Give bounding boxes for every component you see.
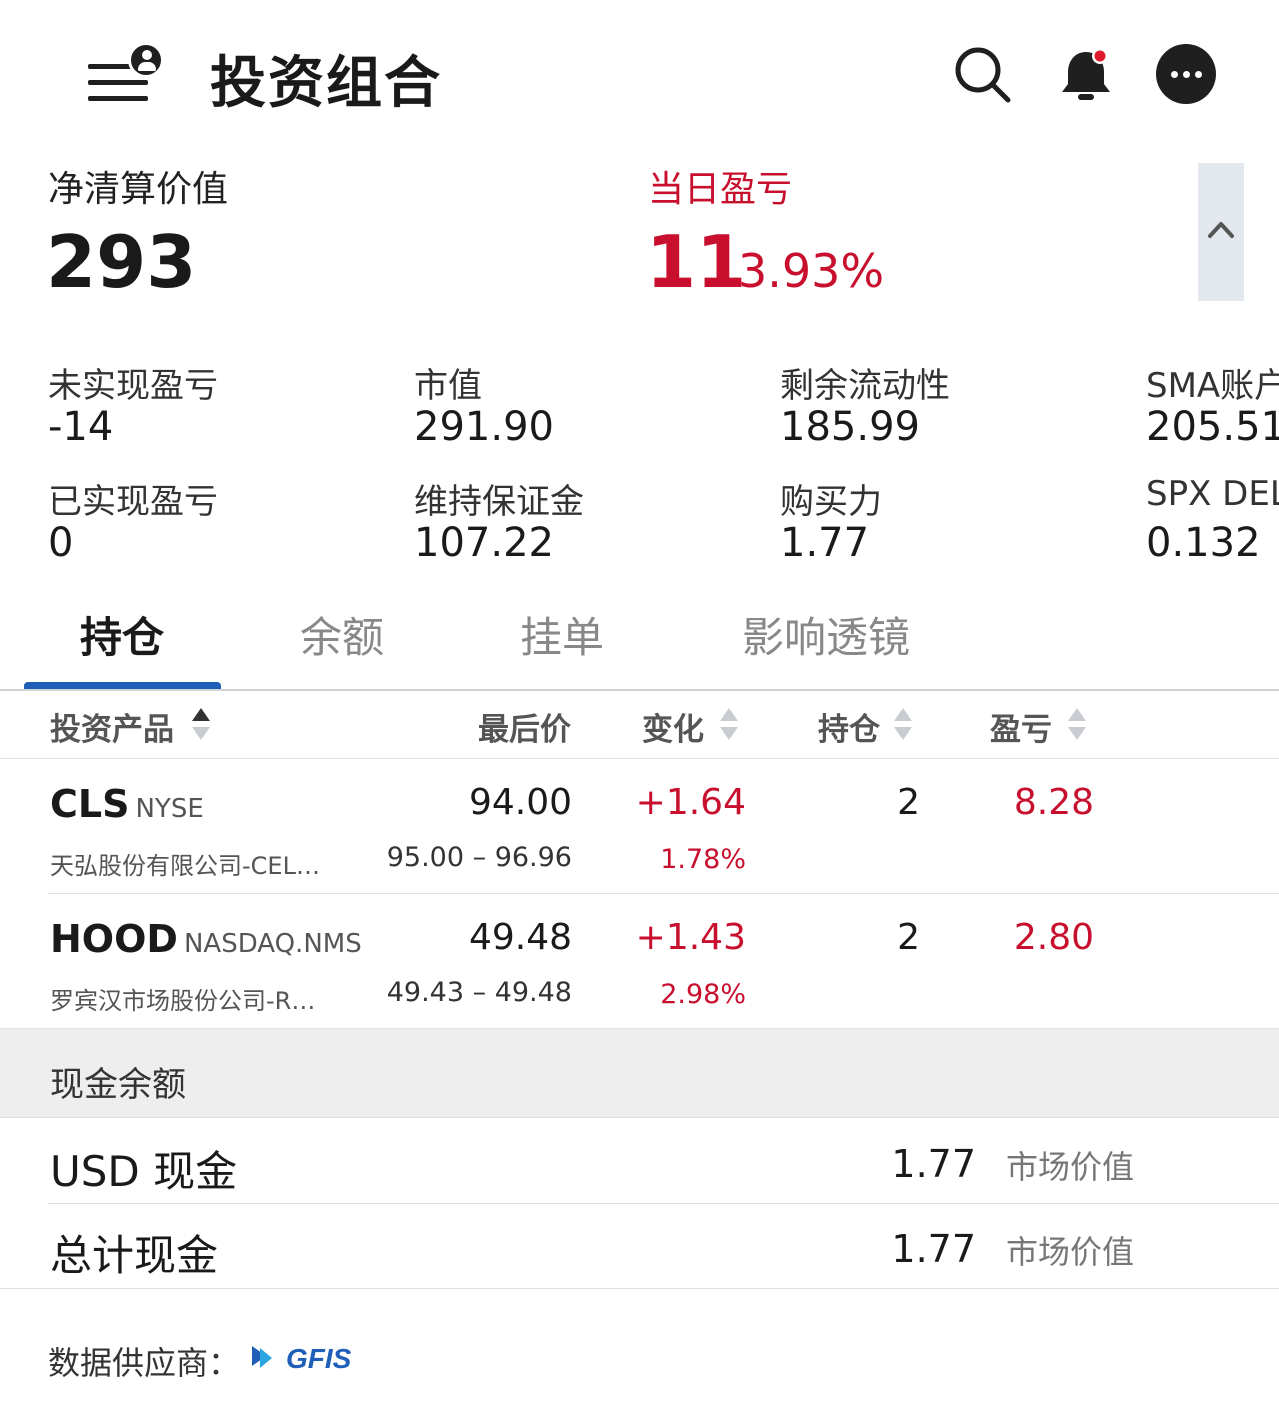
more-dot bbox=[1171, 71, 1178, 78]
more-dot bbox=[1183, 71, 1190, 78]
more-dot bbox=[1195, 71, 1202, 78]
symbol-ticker: HOOD bbox=[50, 917, 178, 961]
last-price: 49.48 bbox=[468, 917, 572, 958]
cash-value: 1.77 bbox=[891, 1142, 976, 1186]
tabs-divider bbox=[0, 689, 1279, 691]
symbol: HOOD NASDAQ.NMS bbox=[50, 917, 362, 961]
market-value-label: 市值 bbox=[414, 366, 482, 406]
cash-label: 总计现金 bbox=[50, 1231, 219, 1280]
sort-icon[interactable] bbox=[1066, 706, 1088, 742]
daily-pnl-percent: 3.93% bbox=[738, 244, 885, 298]
exchange: NASDAQ.NMS bbox=[183, 929, 362, 959]
notification-bell-icon[interactable] bbox=[1054, 42, 1118, 106]
position-qty: 2 bbox=[897, 782, 920, 823]
maintenance-margin-value: 107.22 bbox=[414, 520, 554, 566]
sort-asc-icon[interactable] bbox=[190, 706, 212, 742]
row-divider bbox=[48, 1203, 1279, 1204]
price-range: 49.43 – 49.48 bbox=[386, 977, 572, 1008]
excess-liquidity-value: 185.99 bbox=[780, 404, 920, 450]
tab-positions[interactable]: 持仓 bbox=[80, 604, 164, 665]
chevron-up-icon bbox=[1208, 222, 1234, 238]
realized-pnl-value: 0 bbox=[48, 520, 74, 566]
exchange: NYSE bbox=[135, 794, 204, 824]
app-header: 投资组合 bbox=[0, 0, 1279, 140]
change-percent: 2.98% bbox=[660, 979, 746, 1010]
account-icon bbox=[128, 42, 164, 78]
unrealized-pnl-value: -14 bbox=[48, 404, 114, 450]
cash-note: 市场价值 bbox=[1006, 1233, 1135, 1271]
col-header-position[interactable]: 持仓 bbox=[818, 704, 880, 749]
change-value: +1.64 bbox=[635, 782, 746, 823]
position-qty: 2 bbox=[897, 917, 920, 958]
spx-delta-label: SPX DELTA bbox=[1146, 474, 1279, 514]
sma-value: 205.51 bbox=[1146, 404, 1279, 450]
pnl-value: 2.80 bbox=[1013, 917, 1094, 958]
tab-balances[interactable]: 余额 bbox=[300, 604, 384, 665]
row-divider bbox=[48, 893, 1279, 894]
page-title: 投资组合 bbox=[210, 51, 442, 116]
cash-balance-section-header: 现金余额 bbox=[0, 1028, 1279, 1118]
market-value-value: 291.90 bbox=[414, 404, 554, 450]
section-divider bbox=[0, 1288, 1279, 1289]
last-price: 94.00 bbox=[468, 782, 572, 823]
company-name: 罗宾汉市场股份公司-R… bbox=[50, 987, 316, 1015]
buying-power-label: 购买力 bbox=[780, 482, 882, 522]
daily-pnl-value: 11 bbox=[646, 220, 747, 304]
company-name: 天弘股份有限公司-CEL… bbox=[50, 852, 320, 880]
excess-liquidity-label: 剩余流动性 bbox=[780, 366, 950, 406]
cash-value: 1.77 bbox=[891, 1227, 976, 1271]
symbol-ticker: CLS bbox=[50, 782, 130, 826]
sma-label: SMA账户 bbox=[1146, 366, 1279, 406]
symbol: CLS NYSE bbox=[50, 782, 204, 826]
net-liquidation-label: 净清算价值 bbox=[48, 169, 229, 210]
sort-icon[interactable] bbox=[892, 706, 914, 742]
maintenance-margin-label: 维持保证金 bbox=[414, 482, 584, 522]
pnl-value: 8.28 bbox=[1013, 782, 1094, 823]
unrealized-pnl-label: 未实现盈亏 bbox=[48, 366, 218, 406]
table-header-divider bbox=[0, 758, 1279, 759]
col-header-last-price: 最后价 bbox=[478, 712, 571, 748]
change-percent: 1.78% bbox=[660, 844, 746, 875]
gfis-logo[interactable]: GFIS bbox=[250, 1338, 360, 1378]
net-liquidation-value: 293 bbox=[46, 220, 197, 304]
change-value: +1.43 bbox=[635, 917, 746, 958]
svg-text:GFIS: GFIS bbox=[286, 1343, 352, 1374]
menu-icon-bar bbox=[88, 96, 148, 101]
price-range: 95.00 – 96.96 bbox=[386, 842, 572, 873]
data-provider-label: 数据供应商： bbox=[48, 1344, 241, 1382]
menu-account-button[interactable] bbox=[84, 42, 164, 108]
cash-balance-title: 现金余额 bbox=[50, 1065, 186, 1105]
sort-icon[interactable] bbox=[718, 706, 740, 742]
cash-note: 市场价值 bbox=[1006, 1148, 1135, 1186]
spx-delta-value: 0.132 bbox=[1146, 520, 1261, 566]
buying-power-value: 1.77 bbox=[780, 520, 870, 566]
cash-label: USD 现金 bbox=[50, 1147, 238, 1196]
realized-pnl-label: 已实现盈亏 bbox=[48, 482, 218, 522]
col-header-instrument[interactable]: 投资产品 bbox=[50, 704, 174, 749]
collapse-summary-button[interactable] bbox=[1198, 163, 1244, 301]
more-options-icon[interactable] bbox=[1156, 44, 1216, 104]
search-icon[interactable] bbox=[950, 42, 1014, 106]
menu-icon-bar bbox=[88, 80, 148, 85]
col-header-pnl[interactable]: 盈亏 bbox=[990, 704, 1052, 749]
daily-pnl-label: 当日盈亏 bbox=[648, 169, 793, 210]
tab-impact-lens[interactable]: 影响透镜 bbox=[742, 604, 910, 665]
col-header-change[interactable]: 变化 bbox=[642, 704, 704, 749]
tab-orders[interactable]: 挂单 bbox=[520, 604, 604, 665]
